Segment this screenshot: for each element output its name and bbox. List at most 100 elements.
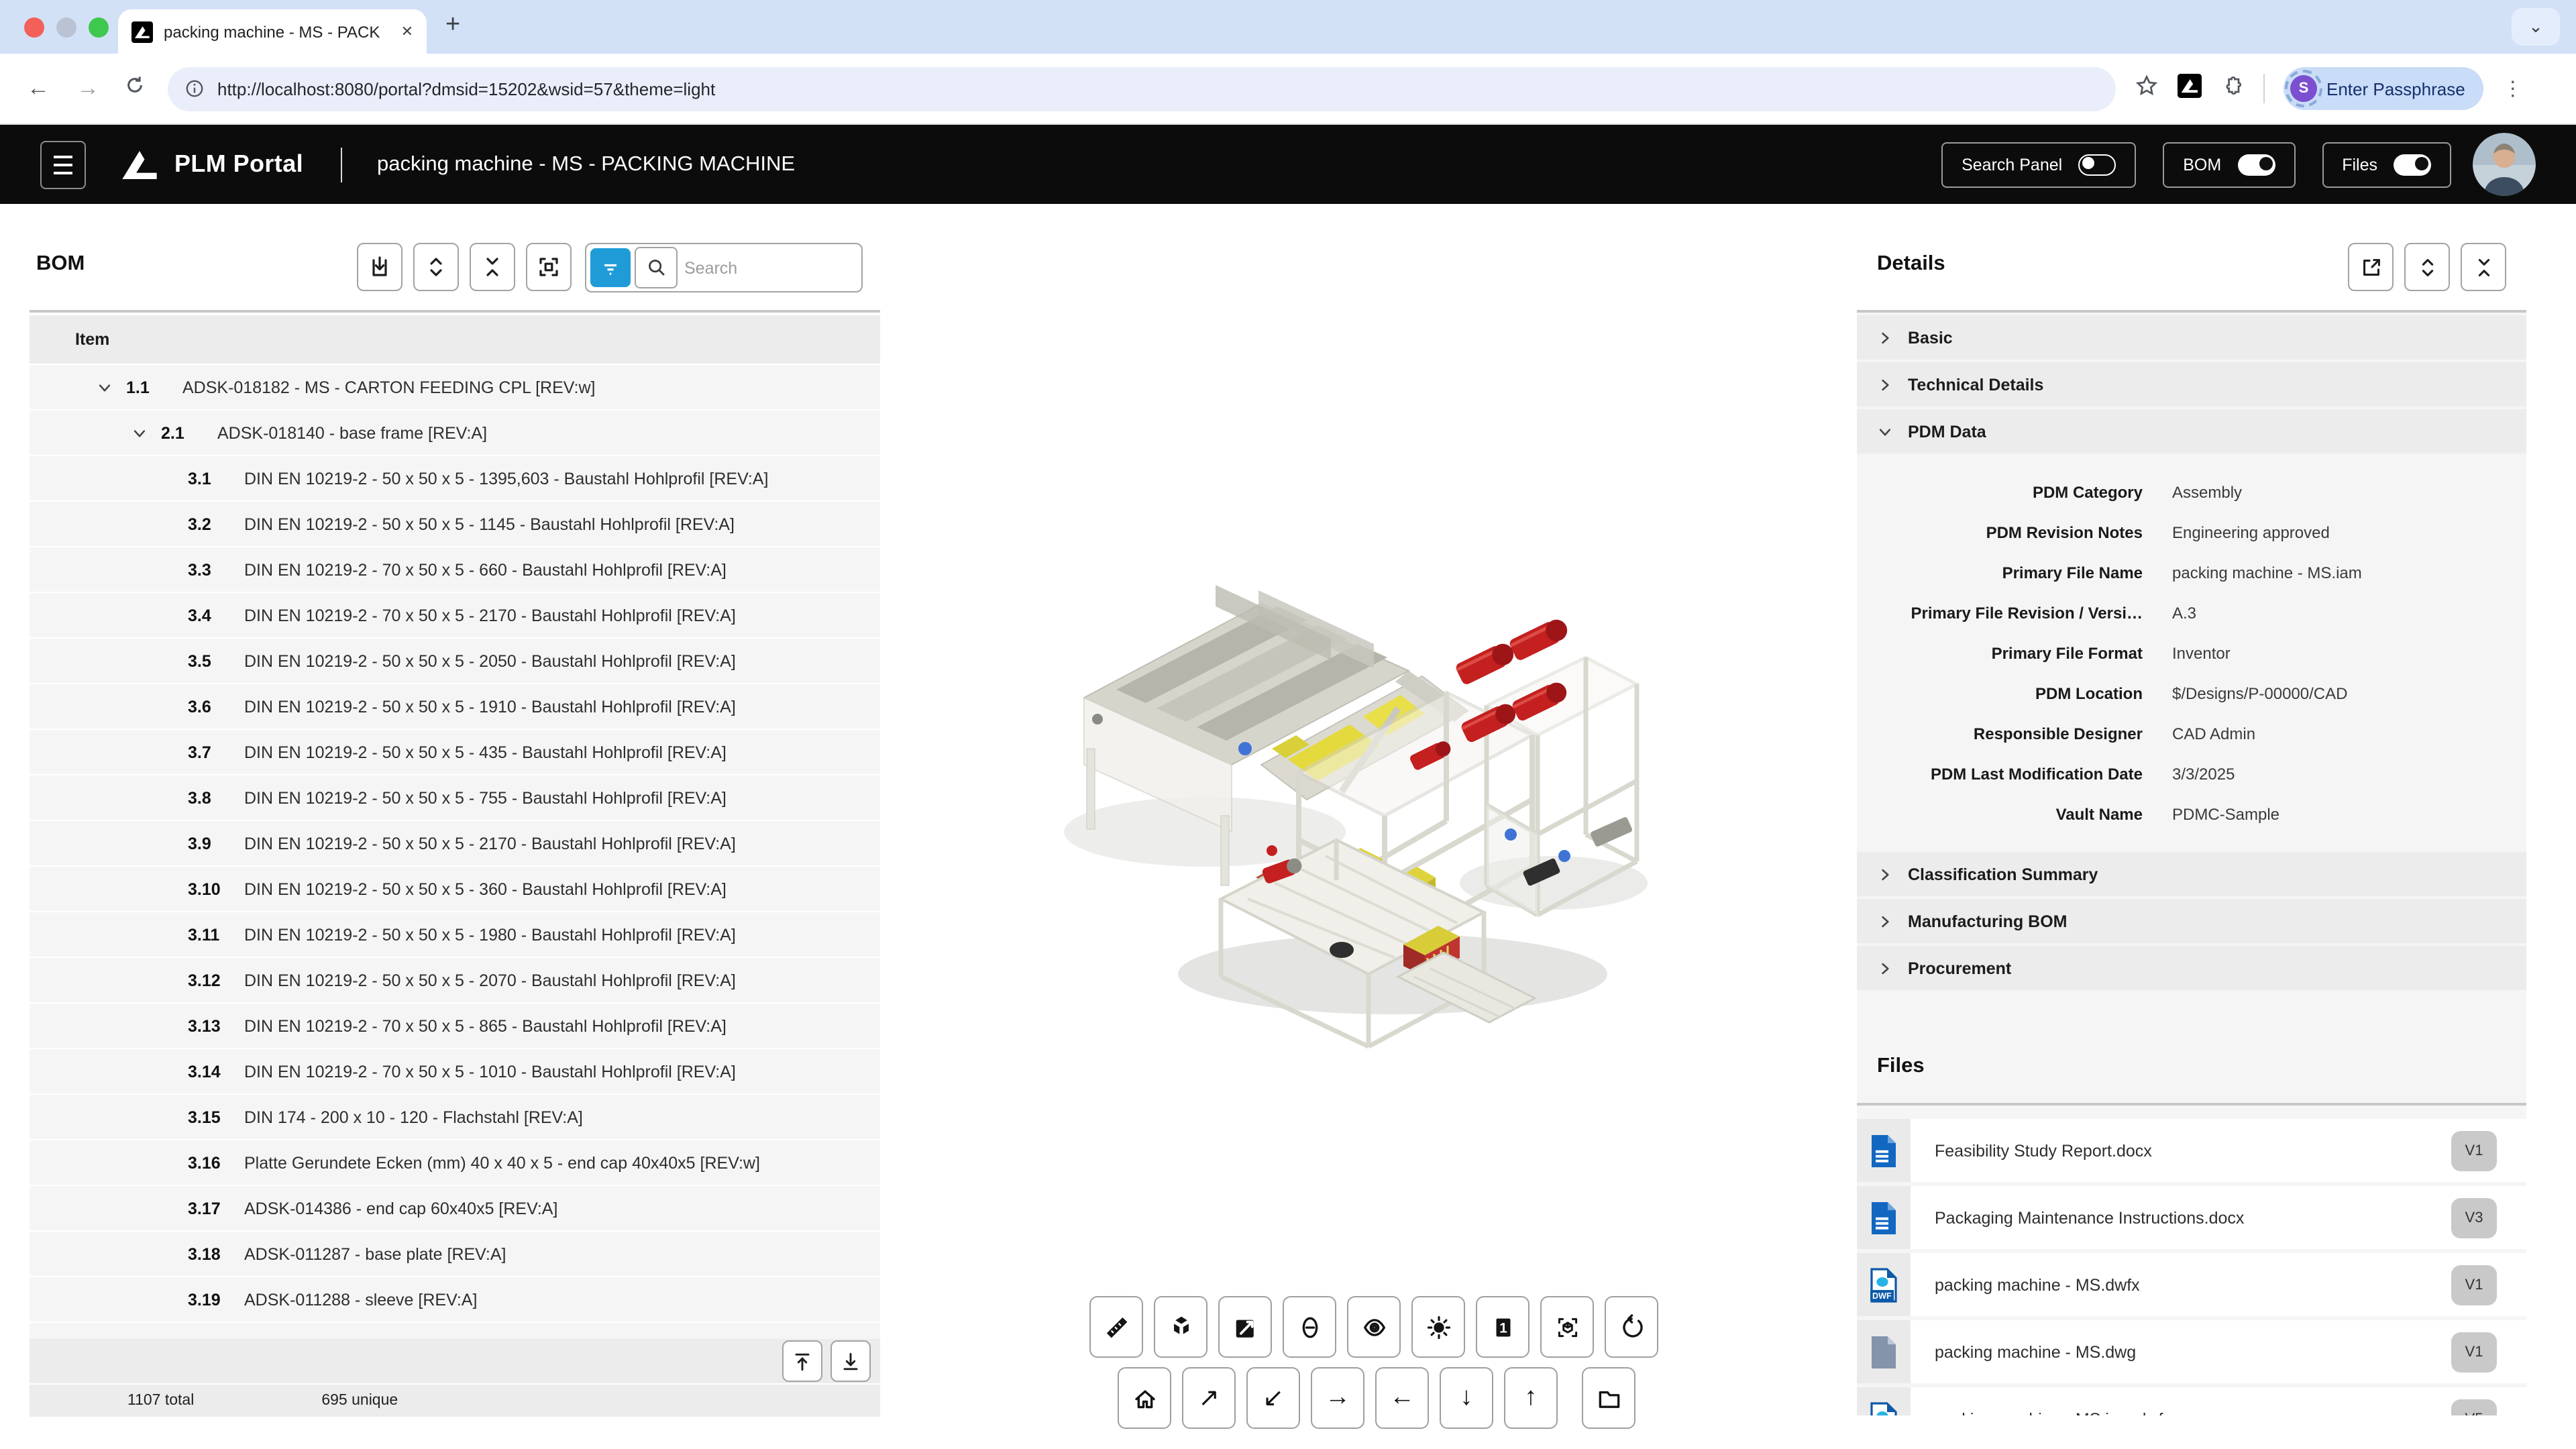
tab-close-icon[interactable]: ✕ [401, 23, 413, 40]
details-collapse-all-button[interactable] [2461, 243, 2506, 291]
autodesk-extension-icon[interactable] [2178, 73, 2202, 104]
section-manufacturing-bom[interactable]: Manufacturing BOM [1857, 899, 2526, 943]
window-zoom-button[interactable] [89, 17, 109, 38]
bom-tree-row[interactable]: 3.4DIN EN 10219-2 - 70 x 50 x 5 - 2170 -… [30, 593, 880, 637]
viewer-pan-down-button[interactable]: ↓ [1440, 1367, 1493, 1429]
bom-tree-row[interactable]: 2.1ADSK-018140 - base frame [REV:A] [30, 411, 880, 455]
bom-tree-row[interactable]: 3.15DIN 174 - 200 x 10 - 120 - Flachstah… [30, 1095, 880, 1139]
bom-tree-row[interactable]: 3.13DIN EN 10219-2 - 70 x 50 x 5 - 865 -… [30, 1004, 880, 1048]
bom-tree-row[interactable]: 3.6DIN EN 10219-2 - 50 x 50 x 5 - 1910 -… [30, 684, 880, 729]
bom-expand-all-button[interactable] [413, 243, 459, 291]
toggle-bom-button[interactable]: BOM [2163, 142, 2295, 187]
viewer-pan-up-button[interactable]: ↑ [1504, 1367, 1558, 1429]
section-technical-details[interactable]: Technical Details [1857, 362, 2526, 407]
new-tab-button[interactable]: + [445, 11, 460, 40]
viewer-explode-button[interactable] [1154, 1296, 1208, 1358]
file-name: Packaging Maintenance Instructions.docx [1935, 1208, 2451, 1227]
viewer-home-button[interactable] [1118, 1367, 1171, 1429]
bom-tree-row[interactable]: 3.17ADSK-014386 - end cap 60x40x5 [REV:A… [30, 1186, 880, 1230]
bom-tree-row[interactable]: 3.20ADSK-011471 - cover [REV:A] [30, 1323, 880, 1339]
viewer-screenshot-button[interactable] [1218, 1296, 1272, 1358]
search-button[interactable] [635, 247, 678, 288]
bom-tree-row[interactable]: 3.9DIN EN 10219-2 - 50 x 50 x 5 - 2170 -… [30, 821, 880, 865]
viewer-pan-up-right-button[interactable]: ↗ [1182, 1367, 1236, 1429]
window-minimize-button[interactable] [56, 17, 76, 38]
viewer-ghost-button[interactable] [1283, 1296, 1336, 1358]
bom-download-button[interactable] [357, 243, 402, 291]
bom-jump-bottom-button[interactable] [830, 1340, 871, 1382]
viewer-visibility-button[interactable] [1347, 1296, 1401, 1358]
browser-menu-dots-icon[interactable]: ⋮ [2503, 76, 2524, 101]
section-procurement[interactable]: Procurement [1857, 946, 2526, 990]
section-basic[interactable]: Basic [1857, 315, 2526, 360]
toggle-switch-icon[interactable] [2078, 154, 2116, 175]
toggle-switch-icon[interactable] [2394, 154, 2431, 175]
address-bar[interactable]: http://localhost:8080/portal?dmsid=15202… [168, 66, 2116, 111]
details-open-external-button[interactable] [2348, 243, 2394, 291]
toggle-switch-icon[interactable] [2237, 154, 2275, 175]
bom-tree-row[interactable]: 3.1DIN EN 10219-2 - 50 x 50 x 5 - 1395,6… [30, 456, 880, 500]
viewer-pan-right-button[interactable]: → [1311, 1367, 1364, 1429]
bom-tree-row[interactable]: 3.7DIN EN 10219-2 - 50 x 50 x 5 - 435 - … [30, 730, 880, 774]
bom-tree-row[interactable]: 3.11DIN EN 10219-2 - 50 x 50 x 5 - 1980 … [30, 912, 880, 957]
extensions-puzzle-icon[interactable] [2220, 73, 2245, 104]
file-row[interactable]: packing machine - MS.dwgV1 [1857, 1320, 2526, 1383]
toggle-search-panel-button[interactable]: Search Panel [1941, 142, 2136, 187]
bom-item-text: ADSK-018182 - MS - CARTON FEEDING CPL [R… [182, 378, 595, 396]
tab-title: packing machine - MS - PACK [164, 22, 390, 41]
reload-icon[interactable] [123, 74, 146, 103]
viewer-view-1-button[interactable]: 1 [1476, 1296, 1529, 1358]
3d-model-canvas[interactable] [1057, 547, 1674, 1071]
bom-tree: 1.1ADSK-018182 - MS - CARTON FEEDING CPL… [30, 365, 880, 1339]
file-row[interactable]: Feasibility Study Report.docxV1 [1857, 1119, 2526, 1182]
tab-search-chevron-icon[interactable]: ⌄ [2512, 8, 2560, 46]
bom-column-header[interactable]: Item [30, 315, 880, 364]
pan-right-icon: → [1325, 1383, 1350, 1413]
bom-tree-row[interactable]: 3.10DIN EN 10219-2 - 50 x 50 x 5 - 360 -… [30, 867, 880, 911]
viewer-measure-button[interactable] [1089, 1296, 1143, 1358]
browser-tab[interactable]: packing machine - MS - PACK ✕ [118, 9, 427, 54]
bom-tree-row[interactable]: 3.3DIN EN 10219-2 - 70 x 50 x 5 - 660 - … [30, 547, 880, 592]
back-icon[interactable]: ← [27, 75, 50, 102]
site-info-icon[interactable] [184, 78, 205, 99]
bom-tree-row[interactable]: 3.2DIN EN 10219-2 - 50 x 50 x 5 - 1145 -… [30, 502, 880, 546]
viewer-folder-button[interactable] [1582, 1367, 1635, 1429]
bom-collapse-all-button[interactable] [470, 243, 515, 291]
bom-tree-row[interactable]: 3.14DIN EN 10219-2 - 70 x 50 x 5 - 1010 … [30, 1049, 880, 1093]
window-close-button[interactable] [24, 17, 44, 38]
viewer-fit-view-button[interactable] [1540, 1296, 1594, 1358]
forward-icon[interactable]: → [76, 75, 99, 102]
details-expand-all-button[interactable] [2404, 243, 2450, 291]
toggle-files-button[interactable]: Files [2322, 142, 2451, 187]
section-classification-summary[interactable]: Classification Summary [1857, 852, 2526, 896]
viewer-orbit-button[interactable] [1605, 1296, 1658, 1358]
bom-tree-row[interactable]: 3.8DIN EN 10219-2 - 50 x 50 x 5 - 755 - … [30, 775, 880, 820]
viewer-pan-down-left-button[interactable]: ↙ [1246, 1367, 1300, 1429]
bom-tree-row[interactable]: 3.18ADSK-011287 - base plate [REV:A] [30, 1232, 880, 1276]
section-pdm-data[interactable]: PDM Data [1857, 409, 2526, 453]
header-divider [341, 147, 342, 182]
bom-item-number: 3.2 [188, 515, 239, 533]
file-row[interactable]: DWFpacking machine - MS.dwfxV1 [1857, 1253, 2526, 1316]
bom-tree-row[interactable]: 3.5DIN EN 10219-2 - 50 x 50 x 5 - 2050 -… [30, 639, 880, 683]
file-row[interactable]: Packaging Maintenance Instructions.docxV… [1857, 1186, 2526, 1249]
viewer-brightness-button[interactable] [1411, 1296, 1465, 1358]
bom-tree-row[interactable]: 3.12DIN EN 10219-2 - 50 x 50 x 5 - 2070 … [30, 958, 880, 1002]
viewer-pan-left-button[interactable]: ← [1375, 1367, 1429, 1429]
file-row[interactable]: DWFpacking machine - MS.iam.dwfV5 [1857, 1387, 2526, 1415]
bom-fullscreen-button[interactable] [526, 243, 572, 291]
bom-tree-row[interactable]: 3.16Platte Gerundete Ecken (mm) 40 x 40 … [30, 1140, 880, 1185]
pdm-field-row: Vault NamePDMC-Sample [1857, 794, 2526, 835]
bom-jump-top-button[interactable] [782, 1340, 822, 1382]
filter-button[interactable] [590, 248, 631, 287]
hamburger-menu-button[interactable] [40, 140, 86, 189]
file-name: packing machine - MS.dwfx [1935, 1275, 2451, 1294]
bom-tree-row[interactable]: 1.1ADSK-018182 - MS - CARTON FEEDING CPL… [30, 365, 880, 409]
bookmark-star-icon[interactable] [2135, 73, 2159, 104]
bom-tree-row[interactable]: 3.19ADSK-011288 - sleeve [REV:A] [30, 1277, 880, 1322]
chevron-down-icon[interactable] [97, 379, 118, 395]
search-input[interactable] [682, 257, 857, 278]
enter-passphrase-button[interactable]: S Enter Passphrase [2284, 67, 2484, 110]
user-avatar[interactable] [2473, 133, 2536, 196]
chevron-down-icon[interactable] [131, 425, 153, 441]
